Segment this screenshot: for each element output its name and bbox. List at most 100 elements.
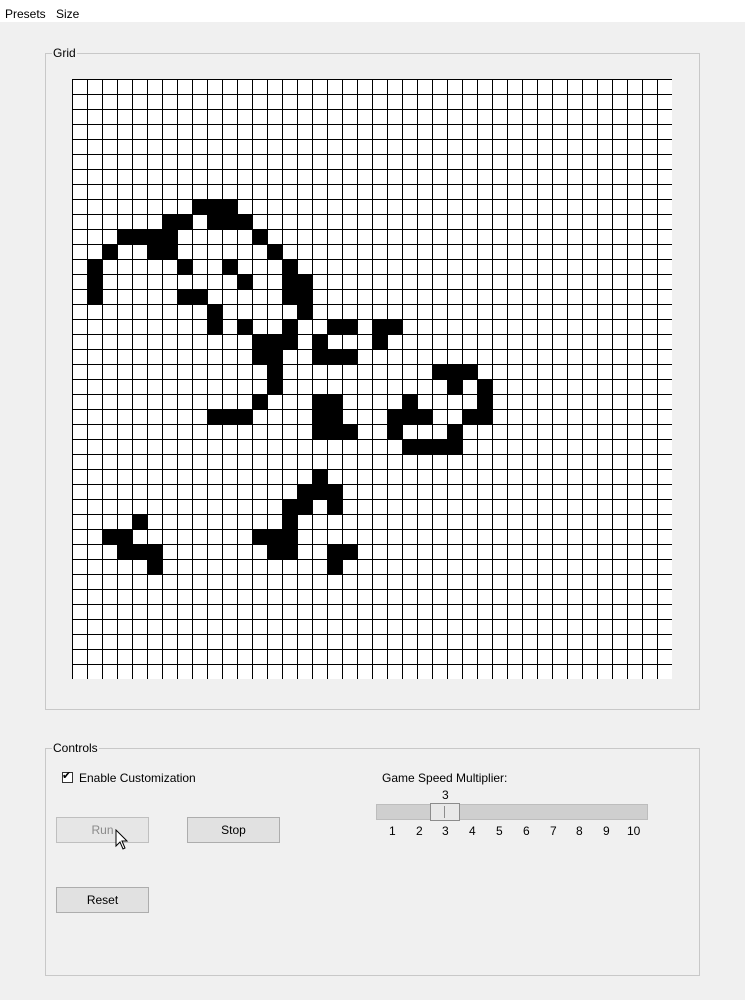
grid-cell[interactable] [222, 439, 237, 454]
grid-cell[interactable] [87, 289, 102, 304]
grid-cell[interactable] [402, 199, 417, 214]
grid-cell[interactable] [72, 514, 87, 529]
speed-slider-track[interactable] [376, 804, 648, 820]
grid-cell[interactable] [627, 499, 642, 514]
grid-cell[interactable] [582, 79, 597, 94]
grid-cell[interactable] [102, 304, 117, 319]
grid-cell[interactable] [207, 244, 222, 259]
grid-cell[interactable] [357, 634, 372, 649]
grid-cell[interactable] [417, 589, 432, 604]
grid-cell[interactable] [372, 529, 387, 544]
grid-cell[interactable] [507, 514, 522, 529]
grid-cell[interactable] [627, 109, 642, 124]
grid-cell[interactable] [207, 124, 222, 139]
grid-cell[interactable] [237, 544, 252, 559]
grid-cell[interactable] [252, 184, 267, 199]
grid-cell[interactable] [147, 304, 162, 319]
grid-cell[interactable] [642, 604, 657, 619]
grid-cell[interactable] [327, 649, 342, 664]
grid-cell[interactable] [597, 364, 612, 379]
grid-cell[interactable] [507, 409, 522, 424]
grid-cell[interactable] [342, 619, 357, 634]
grid-cell[interactable] [132, 94, 147, 109]
grid-cell[interactable] [252, 484, 267, 499]
grid-cell[interactable] [417, 79, 432, 94]
grid-cell[interactable] [477, 559, 492, 574]
grid-cell[interactable] [582, 559, 597, 574]
grid-cell[interactable] [627, 454, 642, 469]
grid-cell[interactable] [372, 649, 387, 664]
grid-cell[interactable] [312, 349, 327, 364]
grid-cell[interactable] [267, 349, 282, 364]
grid-cell[interactable] [522, 529, 537, 544]
grid-cell[interactable] [87, 664, 102, 679]
grid-cell[interactable] [372, 424, 387, 439]
grid-cell[interactable] [147, 379, 162, 394]
grid-cell[interactable] [312, 649, 327, 664]
grid-cell[interactable] [252, 529, 267, 544]
grid-cell[interactable] [492, 349, 507, 364]
grid-cell[interactable] [282, 244, 297, 259]
grid-cell[interactable] [237, 484, 252, 499]
grid-cell[interactable] [492, 274, 507, 289]
grid-cell[interactable] [327, 514, 342, 529]
grid-cell[interactable] [582, 424, 597, 439]
grid-cell[interactable] [237, 229, 252, 244]
grid-cell[interactable] [147, 289, 162, 304]
grid-cell[interactable] [492, 649, 507, 664]
grid-cell[interactable] [237, 454, 252, 469]
grid-cell[interactable] [492, 664, 507, 679]
grid-cell[interactable] [297, 529, 312, 544]
grid-cell[interactable] [597, 304, 612, 319]
grid-cell[interactable] [282, 289, 297, 304]
grid-cell[interactable] [237, 574, 252, 589]
grid-cell[interactable] [357, 619, 372, 634]
grid-cell[interactable] [282, 664, 297, 679]
grid-cell[interactable] [117, 604, 132, 619]
grid-cell[interactable] [477, 244, 492, 259]
grid-cell[interactable] [537, 589, 552, 604]
grid-cell[interactable] [207, 544, 222, 559]
grid-cell[interactable] [237, 109, 252, 124]
grid-cell[interactable] [657, 439, 672, 454]
grid-cell[interactable] [627, 169, 642, 184]
grid-cell[interactable] [132, 154, 147, 169]
grid-cell[interactable] [72, 289, 87, 304]
grid-cell[interactable] [492, 79, 507, 94]
grid-cell[interactable] [87, 124, 102, 139]
grid-cell[interactable] [192, 319, 207, 334]
grid-cell[interactable] [207, 169, 222, 184]
grid-cell[interactable] [477, 274, 492, 289]
grid-cell[interactable] [627, 469, 642, 484]
grid-cell[interactable] [537, 394, 552, 409]
grid-cell[interactable] [237, 139, 252, 154]
grid-cell[interactable] [117, 364, 132, 379]
grid-cell[interactable] [462, 634, 477, 649]
grid-cell[interactable] [507, 574, 522, 589]
grid-cell[interactable] [597, 229, 612, 244]
grid-cell[interactable] [597, 439, 612, 454]
grid-cell[interactable] [147, 214, 162, 229]
grid-cell[interactable] [72, 634, 87, 649]
grid-cell[interactable] [87, 574, 102, 589]
grid-cell[interactable] [162, 634, 177, 649]
grid-cell[interactable] [387, 574, 402, 589]
grid-cell[interactable] [462, 244, 477, 259]
grid-cell[interactable] [597, 154, 612, 169]
grid-cell[interactable] [372, 559, 387, 574]
grid-cell[interactable] [387, 424, 402, 439]
grid-cell[interactable] [102, 319, 117, 334]
grid-cell[interactable] [147, 319, 162, 334]
grid-cell[interactable] [537, 424, 552, 439]
grid-cell[interactable] [582, 604, 597, 619]
grid-cell[interactable] [357, 559, 372, 574]
grid-cell[interactable] [612, 169, 627, 184]
grid-cell[interactable] [342, 199, 357, 214]
grid-cell[interactable] [537, 304, 552, 319]
grid-cell[interactable] [267, 514, 282, 529]
grid-cell[interactable] [432, 259, 447, 274]
grid-cell[interactable] [372, 349, 387, 364]
grid-cell[interactable] [432, 349, 447, 364]
grid-cell[interactable] [597, 379, 612, 394]
grid-cell[interactable] [267, 319, 282, 334]
